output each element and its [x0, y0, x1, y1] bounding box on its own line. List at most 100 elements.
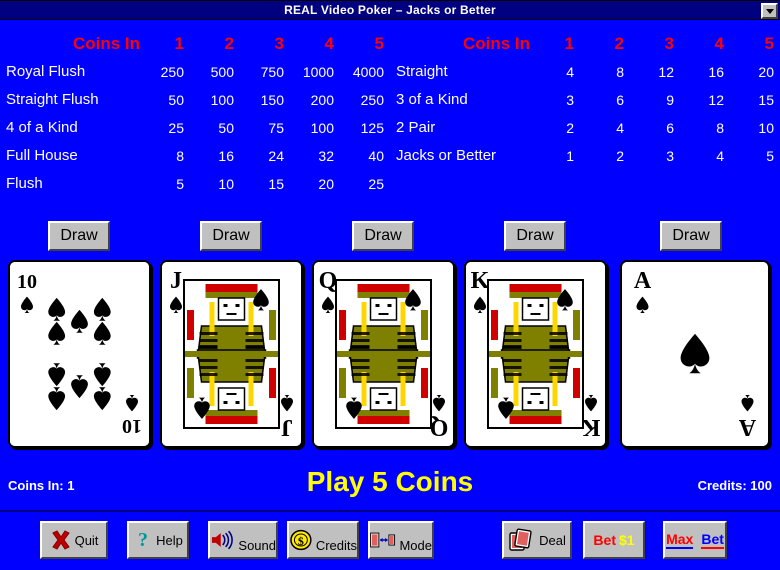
paytable-column-header: 2 — [224, 34, 234, 53]
paytable-payout: 200 — [310, 92, 334, 108]
paytable-payout: 9 — [666, 92, 674, 108]
help-button[interactable]: ? Help — [127, 521, 189, 559]
paytable-payout: 6 — [666, 120, 674, 136]
paytable-row: Straight 4 8 12 16 20 — [390, 58, 780, 86]
max-bet-button[interactable]: Max Bet — [663, 521, 727, 559]
paytable-payout: 32 — [318, 148, 334, 164]
paytable-payout: 4 — [566, 64, 574, 80]
window-title: REAL Video Poker – Jacks or Better — [284, 3, 496, 17]
draw-button-1[interactable]: Draw — [48, 221, 110, 251]
credits-button-label: Credits — [315, 538, 357, 553]
svg-text:J: J — [170, 268, 182, 294]
window-combo-button[interactable] — [761, 3, 778, 19]
paytable-payout: 2 — [566, 120, 574, 136]
paytable-payout: 15 — [758, 92, 774, 108]
play-message: Play 5 Coins — [306, 466, 474, 497]
paytable-payout: 75 — [268, 120, 284, 136]
mode-button[interactable]: Mode — [368, 521, 434, 559]
paytable-payout: 3 — [566, 92, 574, 108]
paytable-payout: 1 — [566, 148, 574, 164]
paytable-payout: 5 — [176, 176, 184, 192]
paytable-payout: 40 — [368, 148, 384, 164]
paytable-column-header: 1 — [564, 34, 574, 53]
svg-text:Q: Q — [430, 414, 449, 440]
paytable-column-header: 5 — [374, 34, 384, 53]
paytable-payout: 15 — [268, 176, 284, 192]
draw-button-5[interactable]: Draw — [660, 221, 722, 251]
svg-text:J: J — [281, 414, 293, 440]
paytable-payout: 50 — [218, 120, 234, 136]
draw-button-4[interactable]: Draw — [504, 221, 566, 251]
paytable-payout: 3 — [666, 148, 674, 164]
paytable-payout: 100 — [210, 92, 234, 108]
sound-button[interactable]: Sound — [208, 521, 278, 559]
paytable-payout: 10 — [218, 176, 234, 192]
paytable-column-header: 1 — [174, 34, 184, 53]
paytable-row: 4 of a Kind 25 50 75 100 125 — [0, 114, 390, 142]
paytable-header-row: Coins In 1 2 3 4 5 — [390, 30, 780, 58]
paytable-row: 2 Pair 2 4 6 8 10 — [390, 114, 780, 142]
bet-amount-label: $1 — [618, 532, 635, 548]
paytable-payout: 25 — [168, 120, 184, 136]
paytable-payout: 24 — [268, 148, 284, 164]
svg-text:A: A — [634, 268, 652, 294]
paytable-payout: 4 — [716, 148, 724, 164]
video-poker-window: REAL Video Poker – Jacks or Better Coins… — [0, 0, 780, 570]
svg-text:$: $ — [298, 534, 304, 548]
max-word-label: Max — [666, 531, 694, 549]
card-swap-icon — [370, 532, 396, 548]
coins-in-header: Coins In — [72, 34, 140, 53]
deal-button-label: Deal — [539, 532, 566, 548]
credits-label: Credits: 100 — [697, 478, 772, 493]
paytable-header-row: Coins In 1 2 3 4 5 — [0, 30, 390, 58]
paytable-payout: 8 — [716, 120, 724, 136]
paytable-payout: 10 — [758, 120, 774, 136]
paytable-left: Coins In 1 2 3 4 5 Royal Flush 250 500 750 1000 400… — [0, 30, 390, 200]
chevron-down-icon — [765, 8, 774, 14]
svg-text:Q: Q — [319, 268, 338, 294]
paytable-payout: 8 — [616, 64, 624, 80]
paytable-right: Coins In 1 2 3 4 5 Straight 4 8 12 16 20 3 of a Kind… — [390, 30, 780, 200]
mode-button-label: Mode — [399, 538, 432, 553]
card-4[interactable]: K K — [464, 260, 607, 448]
paytable-column-header: 3 — [664, 34, 674, 53]
draw-button-2[interactable]: Draw — [200, 221, 262, 251]
card-deck-icon — [509, 528, 532, 551]
paytable-payout: 25 — [368, 176, 384, 192]
paytable-payout: 5 — [766, 148, 774, 164]
paytable-payout: 2 — [616, 148, 624, 164]
svg-text:10: 10 — [17, 271, 37, 293]
credits-button[interactable]: $ Credits — [287, 521, 359, 559]
draw-button-3[interactable]: Draw — [352, 221, 414, 251]
question-mark-icon: ? — [138, 529, 148, 551]
paytable-payout: 250 — [360, 92, 384, 108]
red-x-icon — [51, 530, 70, 550]
deal-button[interactable]: Deal — [502, 521, 572, 559]
paytable-column-header: 4 — [324, 34, 334, 53]
help-button-label: Help — [156, 532, 183, 548]
bet-one-button[interactable]: Bet $1 — [583, 521, 645, 559]
paytable-payout: 20 — [318, 176, 334, 192]
paytable-payout: 12 — [708, 92, 724, 108]
paytable-payout: 8 — [176, 148, 184, 164]
paytable-payout: 50 — [168, 92, 184, 108]
sound-button-label: Sound — [238, 538, 276, 553]
quit-button[interactable]: Quit — [40, 521, 108, 559]
svg-text:?: ? — [138, 529, 148, 551]
quit-button-label: Quit — [74, 532, 99, 548]
card-3[interactable]: Q Q — [312, 260, 455, 448]
svg-text:K: K — [471, 268, 490, 294]
paytable-row: Flush 5 10 15 20 25 — [0, 170, 390, 198]
paytable-payout: 20 — [758, 64, 774, 80]
svg-text:10: 10 — [122, 415, 142, 437]
paytable-row: 3 of a Kind 3 6 9 12 15 — [390, 86, 780, 114]
card-1[interactable]: 10 10 — [8, 260, 151, 448]
paytable-payout: 500 — [210, 64, 234, 80]
paytable-payout: 16 — [708, 64, 724, 80]
paytable-column-header: 3 — [274, 34, 284, 53]
gold-coin-icon: $ — [290, 529, 312, 551]
paytable-payout: 100 — [310, 120, 334, 136]
card-5[interactable]: A A — [620, 260, 770, 448]
max-bet-word-label: Bet — [701, 531, 724, 549]
card-2[interactable]: J J — [160, 260, 303, 448]
